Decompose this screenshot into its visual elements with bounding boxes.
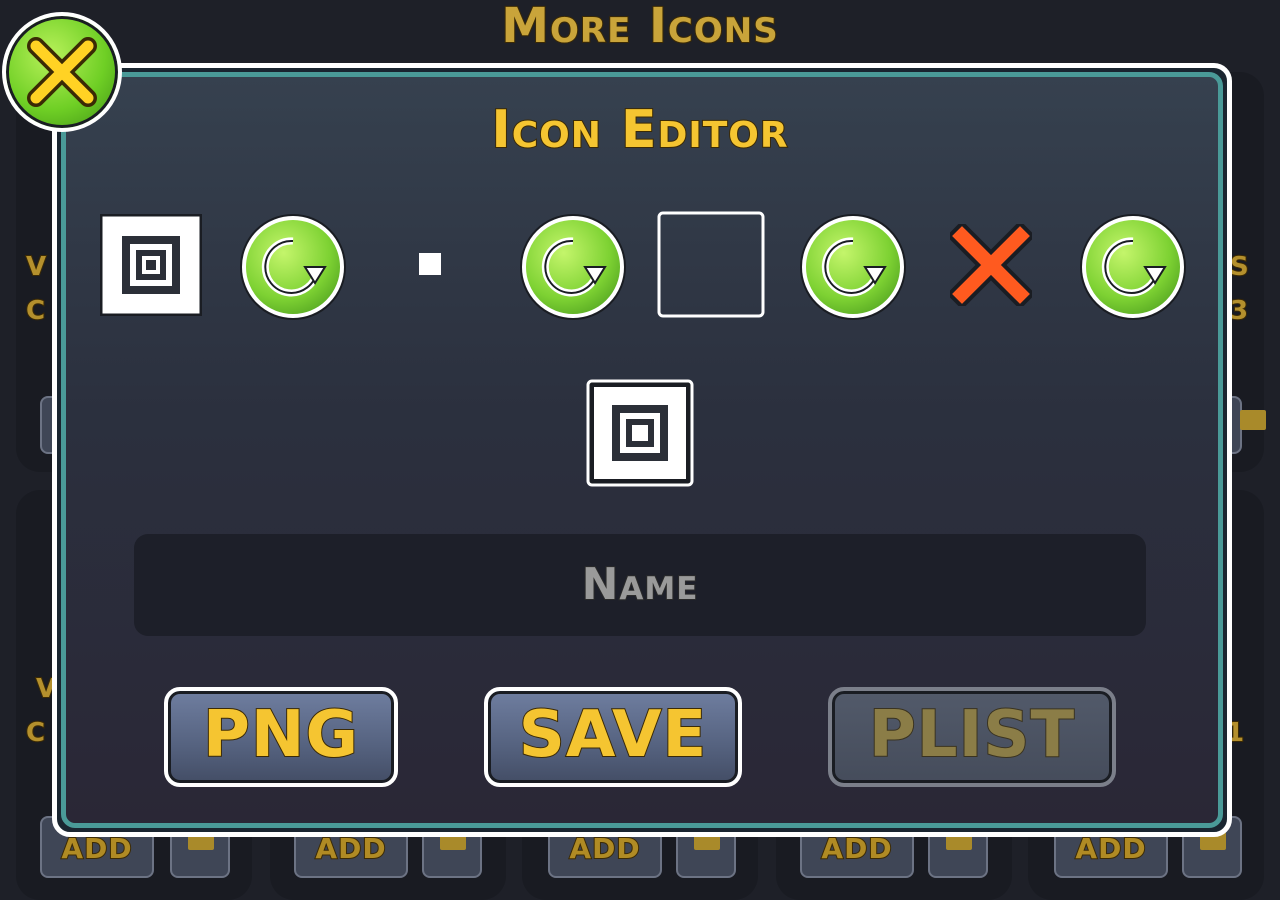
close-button[interactable] <box>2 12 122 132</box>
rotate-button[interactable] <box>242 216 344 318</box>
dialog-title: Icon Editor <box>490 99 789 161</box>
remove-x-icon <box>946 220 1036 310</box>
layer-slot-dot[interactable] <box>419 253 441 275</box>
bg-side-text: 3 <box>1229 295 1250 327</box>
close-icon <box>27 37 97 107</box>
bg-side-text: C <box>25 295 47 327</box>
save-button-label: SAVE <box>518 697 708 773</box>
icon-preview <box>586 379 694 487</box>
png-button-label: PNG <box>202 697 359 773</box>
bg-side-text: C <box>25 717 47 749</box>
rotate-button[interactable] <box>802 216 904 318</box>
rotate-icon <box>821 237 887 297</box>
png-button[interactable]: PNG <box>164 687 398 787</box>
square-icon <box>99 213 203 317</box>
cube-preview-icon <box>586 379 694 487</box>
bg-side-text: S <box>1229 251 1250 283</box>
save-button[interactable]: SAVE <box>484 687 742 787</box>
rotate-icon <box>1101 237 1167 297</box>
plist-button[interactable]: PLIST <box>828 687 1116 787</box>
bg-side-text: V <box>25 251 48 283</box>
rotate-button[interactable] <box>1082 216 1184 318</box>
rotate-icon <box>541 237 607 297</box>
page-title: More Icons <box>500 0 779 55</box>
layer-slot-outline[interactable] <box>657 211 765 318</box>
small-dot-icon <box>419 253 441 275</box>
layer-slot-square[interactable] <box>99 213 203 317</box>
rotate-button[interactable] <box>522 216 624 318</box>
plist-button-label: PLIST <box>868 697 1076 773</box>
layer-slot-remove[interactable] <box>946 220 1036 310</box>
rotate-icon <box>261 237 327 297</box>
name-input[interactable]: Name <box>134 534 1146 636</box>
empty-outline-icon <box>657 211 765 318</box>
